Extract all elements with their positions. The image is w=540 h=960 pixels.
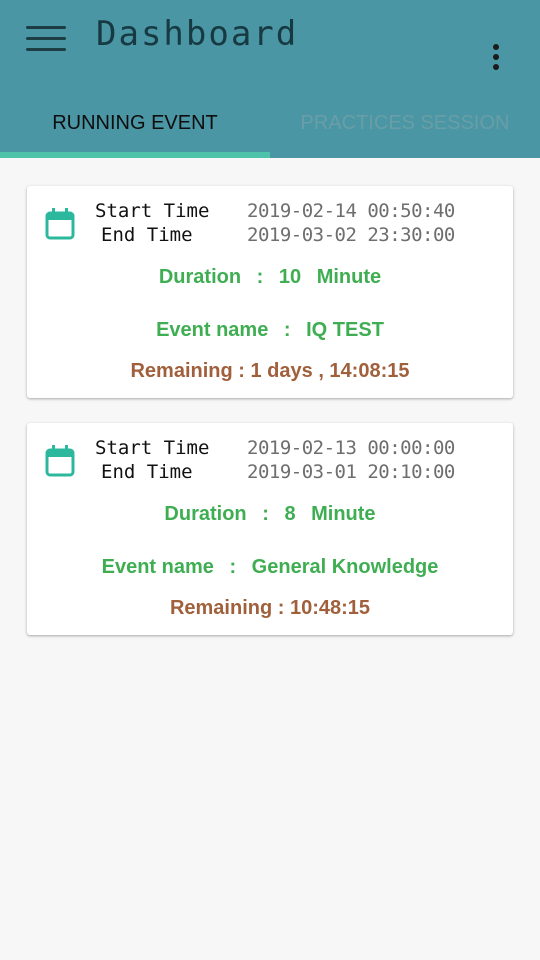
duration-unit: Minute: [311, 503, 376, 525]
event-name-separator: :: [283, 319, 291, 341]
app-bar: Dashboard RUNNING EVENT PRACTICES SESSIO…: [0, 0, 540, 158]
end-time-label: End Time: [101, 224, 193, 246]
overflow-dot: [493, 64, 499, 70]
more-vertical-icon[interactable]: [484, 42, 508, 74]
event-name-value: General Knowledge: [251, 556, 439, 578]
duration-separator: :: [262, 503, 269, 525]
duration-value: 8: [284, 503, 296, 525]
start-time-label: Start Time: [95, 437, 210, 459]
duration-row: Duration : 8 Minute: [27, 503, 513, 526]
menu-bar-middle: [26, 37, 66, 40]
event-name-value: IQ TEST: [306, 319, 384, 341]
duration-separator: :: [256, 266, 264, 288]
tab-label: RUNNING EVENT: [52, 112, 218, 134]
event-name-separator: :: [229, 556, 237, 578]
tab-bar: RUNNING EVENT PRACTICES SESSION: [0, 100, 540, 158]
duration-label: Duration: [164, 503, 247, 525]
hamburger-menu-icon[interactable]: [26, 24, 66, 54]
event-name-row: Event name : General Knowledge: [27, 556, 513, 579]
event-name-label: Event name: [156, 319, 269, 341]
tab-label: PRACTICES SESSION: [300, 112, 510, 134]
overflow-dot: [493, 54, 499, 60]
app-title: Dashboard: [96, 14, 299, 54]
menu-bar-top: [26, 26, 66, 29]
calendar-icon: [45, 208, 75, 240]
tab-indicator: [0, 152, 270, 158]
event-name-row: Event name : IQ TEST: [27, 319, 513, 342]
start-time-value: 2019-02-13 00:00:00: [247, 437, 455, 459]
duration-row: Duration : 10 Minute: [27, 266, 513, 289]
tab-practices-session[interactable]: PRACTICES SESSION: [270, 100, 540, 158]
remaining-time: Remaining : 1 days , 14:08:15: [130, 360, 410, 382]
end-time-value: 2019-03-02 23:30:00: [247, 224, 455, 246]
event-card[interactable]: Start Time End Time 2019-02-13 00:00:00 …: [27, 423, 513, 635]
duration-label: Duration: [158, 266, 242, 288]
event-name-label: Event name: [101, 556, 214, 578]
start-time-label: Start Time: [95, 200, 210, 222]
remaining-time: Remaining : 10:48:15: [169, 597, 371, 619]
end-time-label: End Time: [101, 461, 193, 483]
overflow-dot: [493, 44, 499, 50]
end-time-value: 2019-03-01 20:10:00: [247, 461, 455, 483]
duration-value: 10: [278, 266, 302, 288]
calendar-icon: [45, 445, 75, 477]
tab-running-event[interactable]: RUNNING EVENT: [0, 100, 270, 158]
event-card[interactable]: Start Time End Time 2019-02-14 00:50:40 …: [27, 186, 513, 398]
start-time-value: 2019-02-14 00:50:40: [247, 200, 455, 222]
menu-bar-bottom: [26, 48, 66, 51]
duration-unit: Minute: [316, 266, 382, 288]
